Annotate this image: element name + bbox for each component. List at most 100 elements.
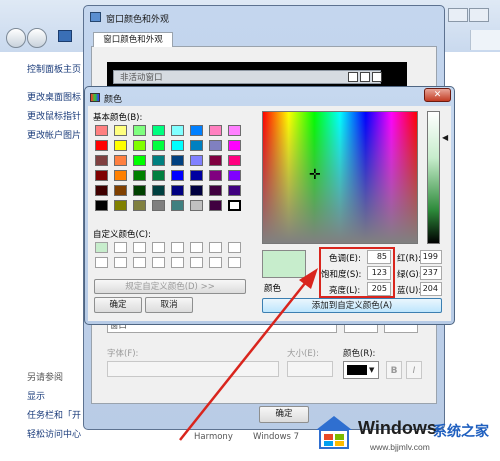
basic-color-swatch[interactable] [152, 200, 165, 211]
basic-colors-grid[interactable] [95, 125, 253, 217]
scroll-strip[interactable] [470, 30, 500, 50]
luminance-bar[interactable] [427, 111, 440, 244]
basic-color-swatch[interactable] [228, 185, 241, 196]
basic-color-swatch[interactable] [228, 170, 241, 181]
custom-color-swatch[interactable] [152, 242, 165, 253]
basic-color-swatch[interactable] [209, 200, 222, 211]
add-to-custom-colors-button[interactable]: 添加到自定义颜色(A) [262, 298, 442, 313]
custom-color-swatch[interactable] [95, 242, 108, 253]
basic-color-swatch[interactable] [228, 140, 241, 151]
custom-color-swatch[interactable] [228, 257, 241, 268]
basic-color-swatch[interactable] [152, 170, 165, 181]
custom-color-swatch[interactable] [171, 257, 184, 268]
basic-color-swatch[interactable] [209, 170, 222, 181]
basic-color-swatch[interactable] [133, 200, 146, 211]
basic-color-swatch[interactable] [114, 185, 127, 196]
basic-color-swatch[interactable] [171, 140, 184, 151]
custom-color-swatch[interactable] [152, 257, 165, 268]
basic-color-swatch[interactable] [133, 170, 146, 181]
basic-color-swatch[interactable] [171, 170, 184, 181]
basic-color-swatch[interactable] [190, 155, 203, 166]
basic-color-swatch[interactable] [228, 155, 241, 166]
minimize-button[interactable] [448, 8, 468, 22]
italic-button[interactable]: I [406, 361, 422, 379]
link-desktop-icons[interactable]: 更改桌面图标 [27, 90, 81, 103]
back-button[interactable] [6, 28, 26, 48]
basic-color-swatch[interactable] [190, 170, 203, 181]
see-also-header: 另请参阅 [27, 373, 64, 383]
custom-colors-grid[interactable] [95, 242, 253, 270]
spectrum-crosshair-icon: ✛ [309, 167, 321, 183]
basic-color-swatch[interactable] [95, 155, 108, 166]
size-dropdown[interactable] [287, 361, 333, 377]
custom-color-swatch[interactable] [114, 242, 127, 253]
green-input[interactable]: 237 [420, 266, 442, 280]
basic-color-swatch[interactable] [95, 170, 108, 181]
color-cancel-button[interactable]: 取消 [145, 297, 193, 313]
basic-color-swatch[interactable] [190, 125, 203, 136]
custom-color-swatch[interactable] [171, 242, 184, 253]
basic-color-swatch[interactable] [209, 155, 222, 166]
basic-color-swatch[interactable] [133, 155, 146, 166]
link-account-picture[interactable]: 更改帐户图片 [27, 128, 81, 141]
basic-color-swatch[interactable] [190, 185, 203, 196]
blue-input[interactable]: 204 [420, 282, 442, 296]
custom-color-swatch[interactable] [209, 257, 222, 268]
basic-color-swatch[interactable] [152, 185, 165, 196]
maximize-button[interactable] [469, 8, 489, 22]
font-dropdown[interactable] [107, 361, 279, 377]
preview-max-icon [360, 72, 370, 82]
color-ok-button[interactable]: 确定 [94, 297, 142, 313]
bold-button[interactable]: B [386, 361, 402, 379]
basic-color-swatch[interactable] [171, 200, 184, 211]
see-also-display[interactable]: 显示 [27, 389, 45, 402]
luminance-arrow-icon[interactable]: ◀ [442, 134, 448, 142]
basic-color-swatch[interactable] [171, 155, 184, 166]
hsl-highlight-box [319, 247, 395, 298]
basic-color-swatch[interactable] [114, 155, 127, 166]
basic-color-swatch[interactable] [95, 200, 108, 211]
basic-color-swatch[interactable] [152, 125, 165, 136]
custom-color-swatch[interactable] [133, 257, 146, 268]
basic-color-swatch[interactable] [209, 140, 222, 151]
basic-color-swatch[interactable] [133, 125, 146, 136]
custom-color-swatch[interactable] [114, 257, 127, 268]
basic-color-swatch[interactable] [228, 200, 241, 211]
basic-color-swatch[interactable] [114, 170, 127, 181]
red-input[interactable]: 199 [420, 250, 442, 264]
color-dialog-close-button[interactable]: ✕ [424, 88, 451, 102]
define-custom-colors-button[interactable]: 规定自定义颜色(D) >> [94, 279, 246, 294]
basic-color-swatch[interactable] [171, 185, 184, 196]
basic-color-swatch[interactable] [95, 125, 108, 136]
basic-color-swatch[interactable] [133, 185, 146, 196]
basic-color-swatch[interactable] [171, 125, 184, 136]
watermark-logo-icon [314, 414, 354, 450]
see-also-taskbar[interactable]: 任务栏和「开 [27, 408, 81, 421]
tab-window-color[interactable]: 窗口颜色和外观 [93, 32, 173, 47]
basic-color-swatch[interactable] [95, 140, 108, 151]
basic-color-swatch[interactable] [190, 140, 203, 151]
basic-color-swatch[interactable] [152, 140, 165, 151]
basic-color-swatch[interactable] [190, 200, 203, 211]
basic-color-swatch[interactable] [209, 185, 222, 196]
forward-button[interactable] [27, 28, 47, 48]
see-also-ease-of-access[interactable]: 轻松访问中心 [27, 427, 81, 440]
basic-color-swatch[interactable] [114, 200, 127, 211]
link-mouse-pointer[interactable]: 更改鼠标指针 [27, 109, 81, 122]
custom-color-swatch[interactable] [95, 257, 108, 268]
basic-color-swatch[interactable] [133, 140, 146, 151]
basic-color-swatch[interactable] [114, 125, 127, 136]
custom-color-swatch[interactable] [133, 242, 146, 253]
basic-color-swatch[interactable] [228, 125, 241, 136]
basic-color-swatch[interactable] [152, 155, 165, 166]
custom-color-swatch[interactable] [209, 242, 222, 253]
custom-color-swatch[interactable] [228, 242, 241, 253]
custom-color-swatch[interactable] [190, 242, 203, 253]
basic-color-swatch[interactable] [114, 140, 127, 151]
basic-color-swatch[interactable] [95, 185, 108, 196]
basic-color-swatch[interactable] [209, 125, 222, 136]
window-color-ok-button[interactable]: 确定 [259, 406, 309, 423]
control-panel-home-link[interactable]: 控制面板主页 [27, 62, 81, 75]
custom-color-swatch[interactable] [190, 257, 203, 268]
color-spectrum[interactable] [262, 111, 418, 244]
